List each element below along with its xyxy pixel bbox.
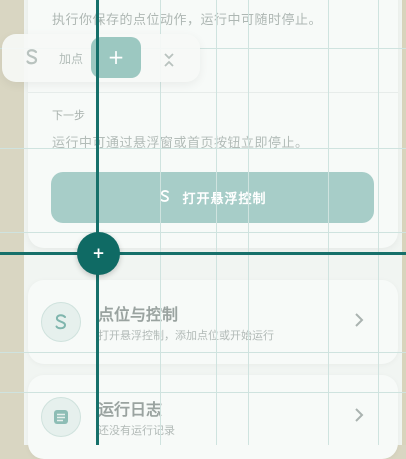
s-logo-icon [22,47,42,71]
s-logo-icon [41,302,81,342]
card-divider [28,92,398,93]
grid-line [0,352,406,353]
chevron-right-icon [354,407,364,427]
open-floating-control-label: 打开悬浮控制 [182,192,267,207]
list-item-run-log[interactable]: 运行日志 还没有运行记录 [28,375,398,459]
grid-line [216,0,217,445]
crosshair-vertical-line [96,0,99,445]
list-item-title: 点位与控制 [98,305,179,324]
add-point-label: 加点 [59,52,84,66]
grid-line [328,0,329,445]
crosshair-horizontal-line [0,252,406,255]
list-item-title: 运行日志 [98,400,163,419]
grid-line [378,0,379,445]
grid-line [0,232,406,233]
grid-line [248,0,249,445]
chevron-right-icon [354,312,364,332]
next-step-title: 下一步 [52,109,85,122]
open-floating-control-button[interactable]: 打开悬浮控制 [51,172,374,223]
screen-edge [402,0,406,445]
collapse-icon[interactable] [162,50,176,74]
list-item-subtitle: 还没有运行记录 [98,424,175,437]
grid-line [0,148,406,149]
document-icon [41,397,81,437]
crosshair-target-handle[interactable]: + [77,232,120,275]
run-description: 执行你保存的点位动作，运行中可随时停止。 [52,13,323,28]
grid-line [0,392,406,393]
